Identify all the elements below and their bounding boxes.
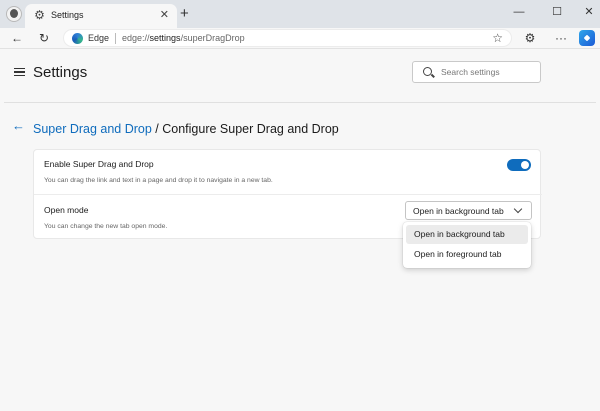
search-box[interactable]: [412, 61, 541, 83]
back-icon[interactable]: ←: [9, 30, 25, 46]
gear-icon: ⚙: [34, 8, 45, 22]
search-icon: [423, 67, 432, 76]
open-mode-dropdown: Open in background tab Open in foregroun…: [403, 222, 531, 268]
close-icon[interactable]: ✕: [160, 8, 169, 22]
settings-header: Settings: [0, 49, 600, 99]
dropdown-option-label: Open in foreground tab: [414, 249, 502, 259]
new-tab-icon[interactable]: +: [180, 6, 189, 21]
browser-toolbar: ← ↻ Edge edge://settings/superDragDrop ☆…: [0, 28, 600, 48]
enable-toggle[interactable]: [507, 159, 531, 171]
setting-description: You can drag the link and text in a page…: [44, 177, 273, 184]
open-mode-select[interactable]: Open in background tab: [405, 201, 532, 220]
profile-avatar[interactable]: [6, 6, 22, 22]
extensions-icon[interactable]: ⚙: [522, 30, 538, 46]
favorite-star-icon[interactable]: ☆: [492, 31, 503, 45]
setting-label: Enable Super Drag and Drop: [44, 159, 154, 169]
minimize-icon[interactable]: —: [512, 6, 526, 18]
address-brand: Edge: [88, 33, 110, 43]
setting-label: Open mode: [44, 205, 89, 215]
tab-strip: ⚙ Settings ✕ + — ☐ ✕: [0, 0, 600, 28]
hamburger-menu-icon[interactable]: [14, 68, 25, 76]
breadcrumb-current: Configure Super Drag and Drop: [162, 122, 339, 136]
setting-description: You can change the new tab open mode.: [44, 223, 168, 230]
edge-logo-icon: [72, 33, 83, 44]
address-divider: [115, 33, 116, 44]
tab-title: Settings: [51, 10, 84, 20]
dropdown-option-label: Open in background tab: [414, 229, 505, 239]
maximize-icon[interactable]: ☐: [550, 6, 564, 18]
tab-settings[interactable]: ⚙ Settings ✕: [25, 4, 177, 28]
setting-row-enable: Enable Super Drag and Drop You can drag …: [34, 150, 542, 195]
search-input[interactable]: [441, 65, 537, 79]
toggle-knob: [521, 161, 529, 169]
back-arrow-icon[interactable]: ←: [12, 119, 25, 132]
refresh-icon[interactable]: ↻: [36, 30, 52, 46]
header-divider: [4, 102, 596, 103]
chevron-down-icon: [513, 204, 523, 214]
address-bar[interactable]: Edge edge://settings/superDragDrop ☆: [63, 29, 512, 47]
window-close-icon[interactable]: ✕: [582, 6, 596, 18]
page-title: Settings: [33, 64, 88, 81]
select-value: Open in background tab: [413, 206, 504, 216]
breadcrumb-separator: /: [151, 122, 163, 136]
settings-page: Settings ← Super Drag and Drop / Configu…: [0, 48, 600, 411]
copilot-icon[interactable]: [579, 30, 595, 46]
breadcrumb: Super Drag and Drop / Configure Super Dr…: [33, 122, 339, 136]
dropdown-option[interactable]: Open in background tab: [406, 225, 528, 244]
address-url: edge://settings/superDragDrop: [122, 33, 245, 43]
dropdown-option[interactable]: Open in foreground tab: [406, 245, 528, 264]
breadcrumb-parent-link[interactable]: Super Drag and Drop: [33, 122, 152, 136]
more-menu-icon[interactable]: ···: [553, 30, 569, 46]
